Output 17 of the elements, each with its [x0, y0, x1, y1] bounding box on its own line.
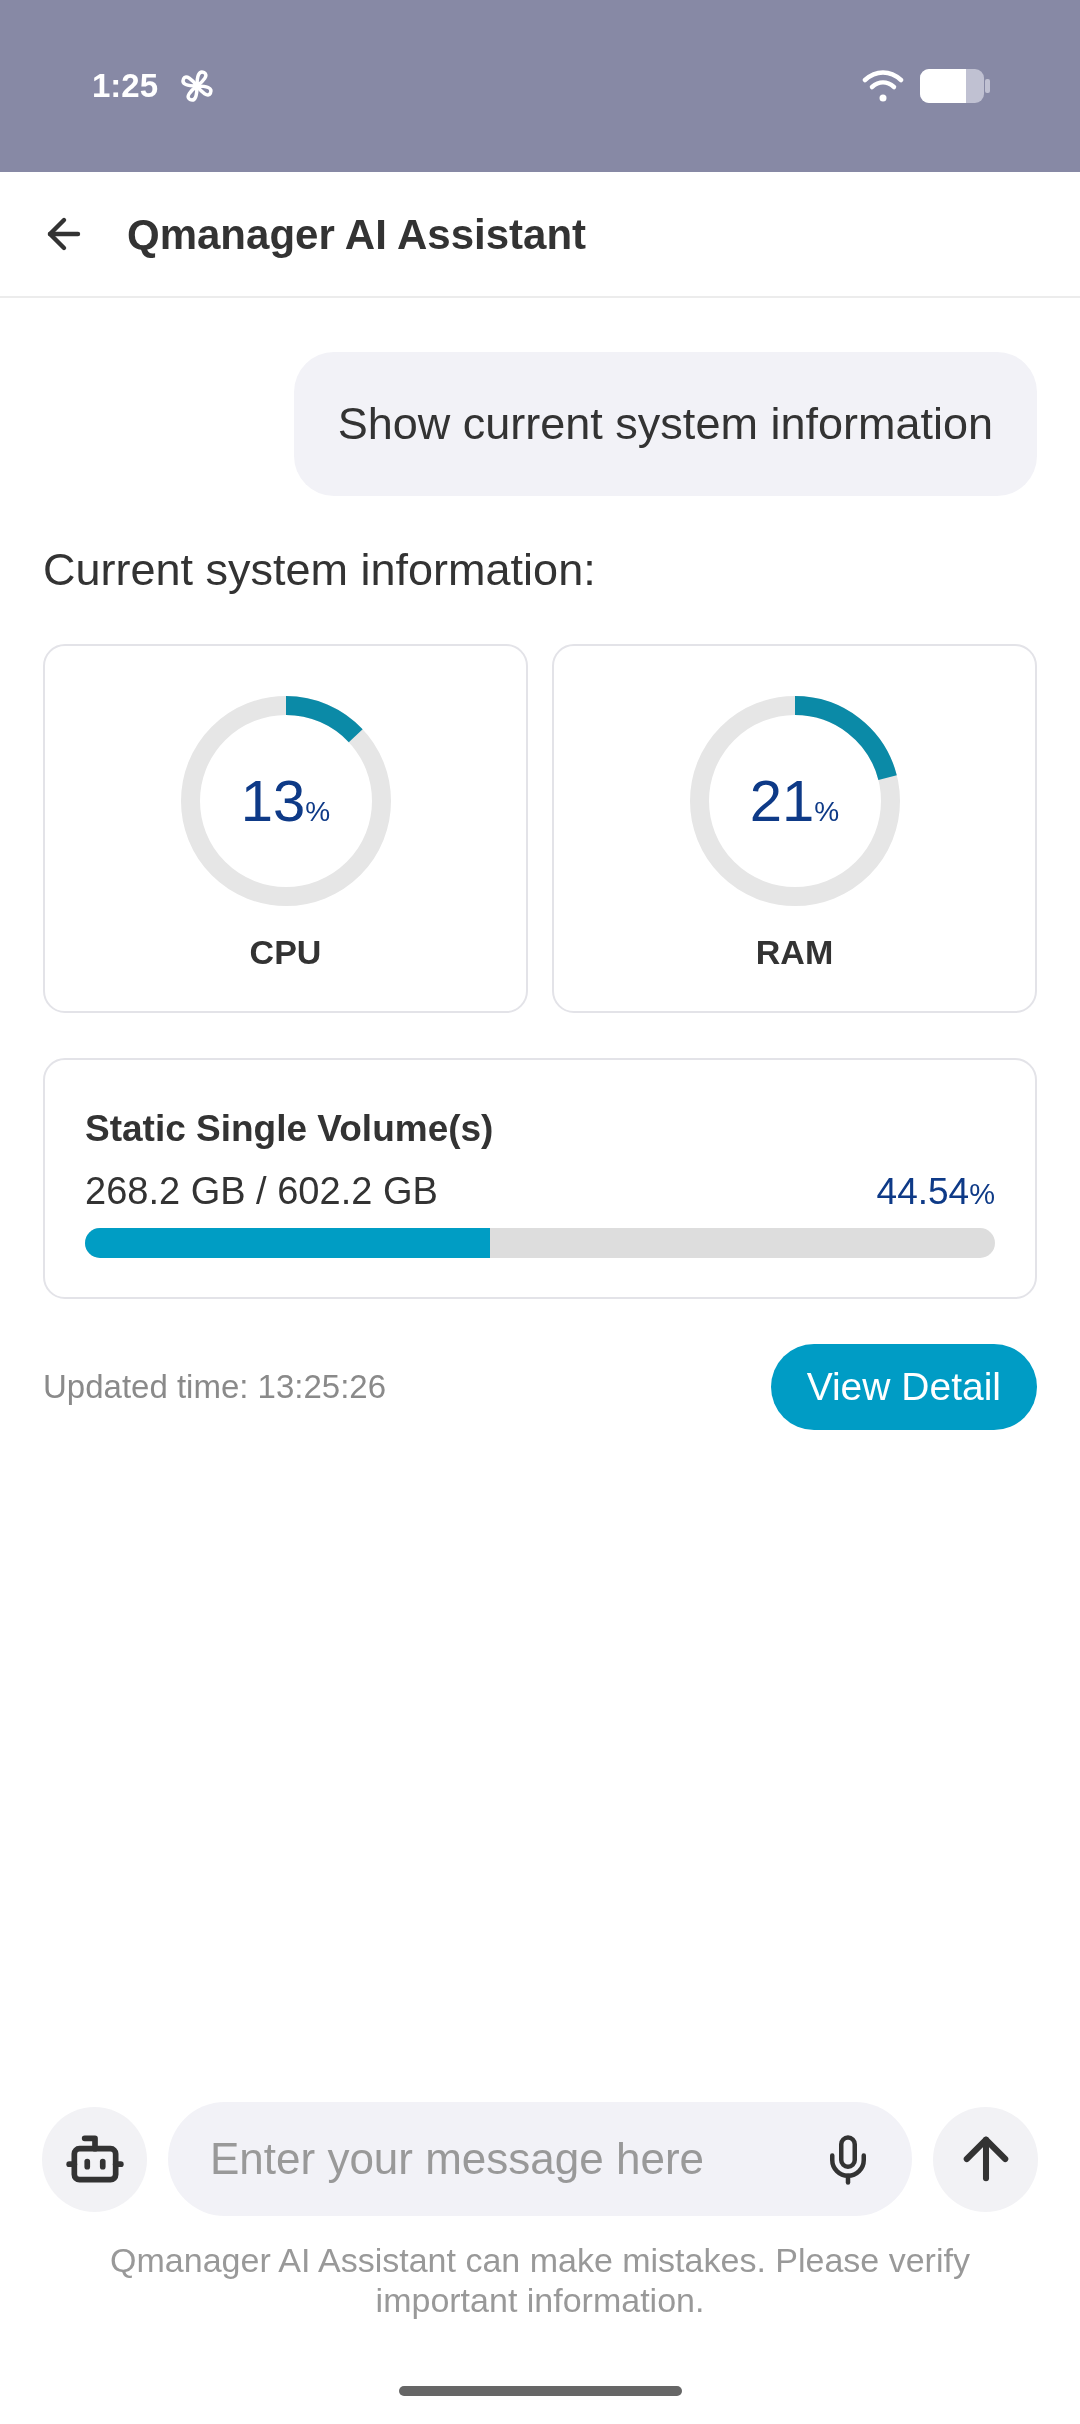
updated-time: Updated time: 13:25:26 [43, 1367, 387, 1408]
disclaimer-text: Qmanager AI Assistant can make mistakes. Please verify important information. [109, 2240, 971, 2320]
view-detail-button[interactable]: View Detail [770, 1344, 1037, 1430]
battery-icon [920, 69, 990, 103]
volume-percent: 44.54% [876, 1170, 995, 1214]
volume-usage: 268.2 GB / 602.2 GB [85, 1169, 438, 1213]
gauge-value: 21% [749, 772, 840, 830]
status-time: 1:25 [92, 66, 159, 107]
gauge-label: CPU [249, 932, 322, 972]
header-title: Qmanager AI Assistant [127, 209, 587, 260]
wifi-icon [862, 69, 904, 103]
message-input-field[interactable]: Enter your message here [168, 2102, 912, 2216]
gauge-value: 13% [240, 772, 331, 830]
user-message-bubble: Show current system information [293, 352, 1037, 496]
volume-title: Static Single Volume(s) [85, 1107, 495, 1151]
gauge-label: RAM [755, 932, 834, 972]
reply-text: Current system information: [43, 544, 597, 596]
